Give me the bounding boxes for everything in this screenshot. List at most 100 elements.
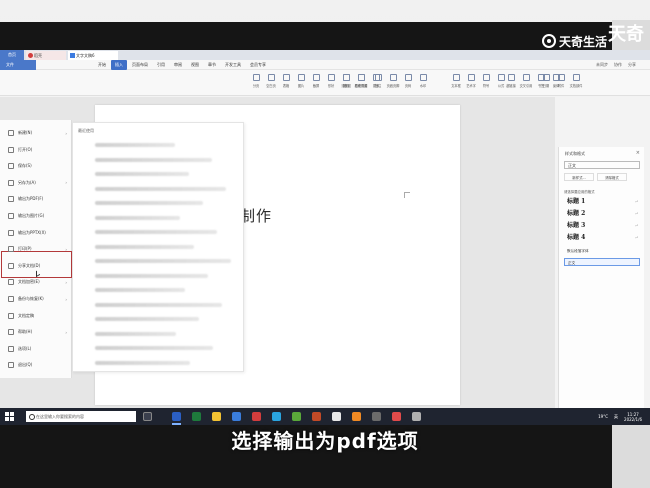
file-menu-item[interactable]: 保存(S) xyxy=(0,159,72,173)
style-heading[interactable]: 标题 2 ↵ xyxy=(564,209,640,219)
weather-text[interactable]: 19°C xyxy=(598,414,608,419)
recent-file-entry[interactable] xyxy=(95,317,199,321)
file-menu-item[interactable]: 新建(N) › xyxy=(0,126,72,140)
menu-item-label: 打印(P) xyxy=(18,246,32,252)
file-menu-item[interactable]: 帮助(H) › xyxy=(0,325,72,339)
ribbon-button[interactable]: 形状 xyxy=(325,72,337,92)
app-icon-orange[interactable] xyxy=(352,412,361,421)
ribbon-button[interactable]: 水印 xyxy=(417,72,429,92)
app-icon-green[interactable] xyxy=(192,412,201,421)
current-style-field[interactable]: 正文 xyxy=(564,161,640,169)
file-menu-item[interactable]: 文档定稿 xyxy=(0,309,72,323)
ribbon-button[interactable]: 批注 xyxy=(372,72,384,92)
style-heading[interactable]: 标题 3 ↵ xyxy=(564,221,640,231)
word-app-icon[interactable] xyxy=(172,412,181,421)
edge-icon[interactable] xyxy=(232,412,241,421)
recent-file-entry[interactable] xyxy=(95,215,180,220)
windows-start-icon[interactable] xyxy=(5,412,14,421)
tab-5[interactable]: 视图 xyxy=(187,60,203,70)
recent-file-entry[interactable] xyxy=(95,331,176,336)
menu-item-label: 保存(S) xyxy=(18,163,32,169)
clock[interactable]: 11:27 2022/1/6 xyxy=(624,412,642,422)
folder-icon[interactable] xyxy=(212,412,221,421)
style-item[interactable]: 默认段落字体 xyxy=(564,247,640,255)
ribbon-button[interactable]: 艺术字 xyxy=(465,72,477,92)
file-menu-item[interactable]: 分享文档(D) xyxy=(0,259,72,273)
wps-icon[interactable] xyxy=(312,412,321,421)
tab-8[interactable]: 会员专享 xyxy=(246,60,270,70)
app-icon-gray[interactable] xyxy=(372,412,381,421)
ribbon-button[interactable]: 日期 xyxy=(540,72,552,92)
app-icon-red-2[interactable] xyxy=(392,412,401,421)
recent-file-entry[interactable] xyxy=(95,288,185,292)
recent-file-entry[interactable] xyxy=(95,244,194,249)
app-icon-white[interactable] xyxy=(332,412,341,421)
recent-file-entry[interactable] xyxy=(95,360,190,365)
recent-file-entry[interactable] xyxy=(95,172,189,176)
ribbon-button[interactable]: 页码 xyxy=(402,72,414,92)
recent-file-entry[interactable] xyxy=(95,157,212,162)
tab-3[interactable]: 引用 xyxy=(153,60,169,70)
file-menu-item[interactable]: 打印(P) › xyxy=(0,242,72,256)
app-icon-red[interactable] xyxy=(252,412,261,421)
style-item[interactable]: 正文 xyxy=(564,258,640,266)
file-menu-item[interactable]: 输出为图片(G) xyxy=(0,209,72,223)
ribbon-button[interactable]: 附件 xyxy=(555,72,567,92)
style-heading[interactable]: 标题 1 ↵ xyxy=(564,197,640,207)
file-menu-item[interactable]: 文档加密(E) › xyxy=(0,275,72,289)
ribbon-button[interactable]: 符号 xyxy=(480,72,492,92)
recent-file-entry[interactable] xyxy=(95,143,175,147)
file-menu-item[interactable]: 选项(L) xyxy=(0,342,72,356)
ribbon-button[interactable]: 流程图 xyxy=(340,72,352,92)
file-menu-item[interactable]: 输出为PPTX(X) xyxy=(0,226,72,240)
tab-7[interactable]: 开发工具 xyxy=(221,60,245,70)
file-menu-item[interactable]: 输出为PDF(F) xyxy=(0,192,72,206)
taskbar: 在这里输入你要搜索的内容 19°C 英 11:27 2022/1/6 xyxy=(0,408,650,425)
app-icon-light[interactable] xyxy=(412,412,421,421)
ribbon-button[interactable]: 空白页 xyxy=(265,72,277,92)
tab-home[interactable]: 首页 xyxy=(0,50,24,60)
recent-file-entry[interactable] xyxy=(95,186,226,191)
ribbon-button[interactable]: 截屏 xyxy=(310,72,322,92)
menubar-right: 未同步 协作 分享 xyxy=(596,60,636,70)
menubar-right-item-1[interactable]: 协作 xyxy=(614,60,622,70)
ribbon-button[interactable]: 分页 xyxy=(250,72,262,92)
ribbon-button[interactable]: 文档部件 xyxy=(570,72,582,92)
menubar-right-item-0[interactable]: 未同步 xyxy=(596,60,608,70)
recent-file-entry[interactable] xyxy=(95,273,208,278)
clear-format-button[interactable]: 清除格式 xyxy=(597,173,627,181)
recent-file-entry[interactable] xyxy=(95,201,203,205)
ribbon-button[interactable]: 思维导图 xyxy=(355,72,367,92)
ribbon-button[interactable]: 文本框 xyxy=(450,72,462,92)
tab-4[interactable]: 审阅 xyxy=(170,60,186,70)
new-style-button[interactable]: 新样式... xyxy=(564,173,594,181)
style-heading[interactable]: 标题 4 ↵ xyxy=(564,233,640,243)
file-menu-item[interactable]: 退出(Q) xyxy=(0,358,72,372)
enter-icon: ↵ xyxy=(634,199,638,204)
file-menu-item[interactable]: 另存为(A) › xyxy=(0,176,72,190)
input-method[interactable]: 英 xyxy=(614,414,618,420)
menubar-right-item-2[interactable]: 分享 xyxy=(628,60,636,70)
file-menu-button[interactable]: 文件 xyxy=(0,59,36,70)
recent-file-entry[interactable] xyxy=(95,259,231,263)
app-icon-blue[interactable] xyxy=(272,412,281,421)
recent-file-entry[interactable] xyxy=(95,302,222,307)
recent-file-entry[interactable] xyxy=(95,230,217,234)
chevron-right-icon: › xyxy=(65,130,67,136)
recent-file-entry[interactable] xyxy=(95,346,213,350)
tab-1[interactable]: 插入 xyxy=(111,59,127,70)
file-menu-item[interactable]: 备份与恢复(K) › xyxy=(0,292,72,306)
task-view-icon[interactable] xyxy=(143,412,152,421)
file-menu-item[interactable]: 打开(O) xyxy=(0,143,72,157)
ribbon-button[interactable]: 页眉页脚 xyxy=(387,72,399,92)
ribbon-button[interactable]: 超链接 xyxy=(505,72,517,92)
ribbon-button[interactable]: 表格 xyxy=(280,72,292,92)
tab-2[interactable]: 页面布局 xyxy=(128,60,152,70)
taskbar-search[interactable]: 在这里输入你要搜索的内容 xyxy=(26,411,136,422)
close-icon[interactable]: × xyxy=(636,150,640,156)
tab-6[interactable]: 章节 xyxy=(204,60,220,70)
ribbon-button[interactable]: 图片 xyxy=(295,72,307,92)
tab-0[interactable]: 开始 xyxy=(94,60,110,70)
app-icon-wechat[interactable] xyxy=(292,412,301,421)
ribbon-button[interactable]: 交叉引用 xyxy=(520,72,532,92)
